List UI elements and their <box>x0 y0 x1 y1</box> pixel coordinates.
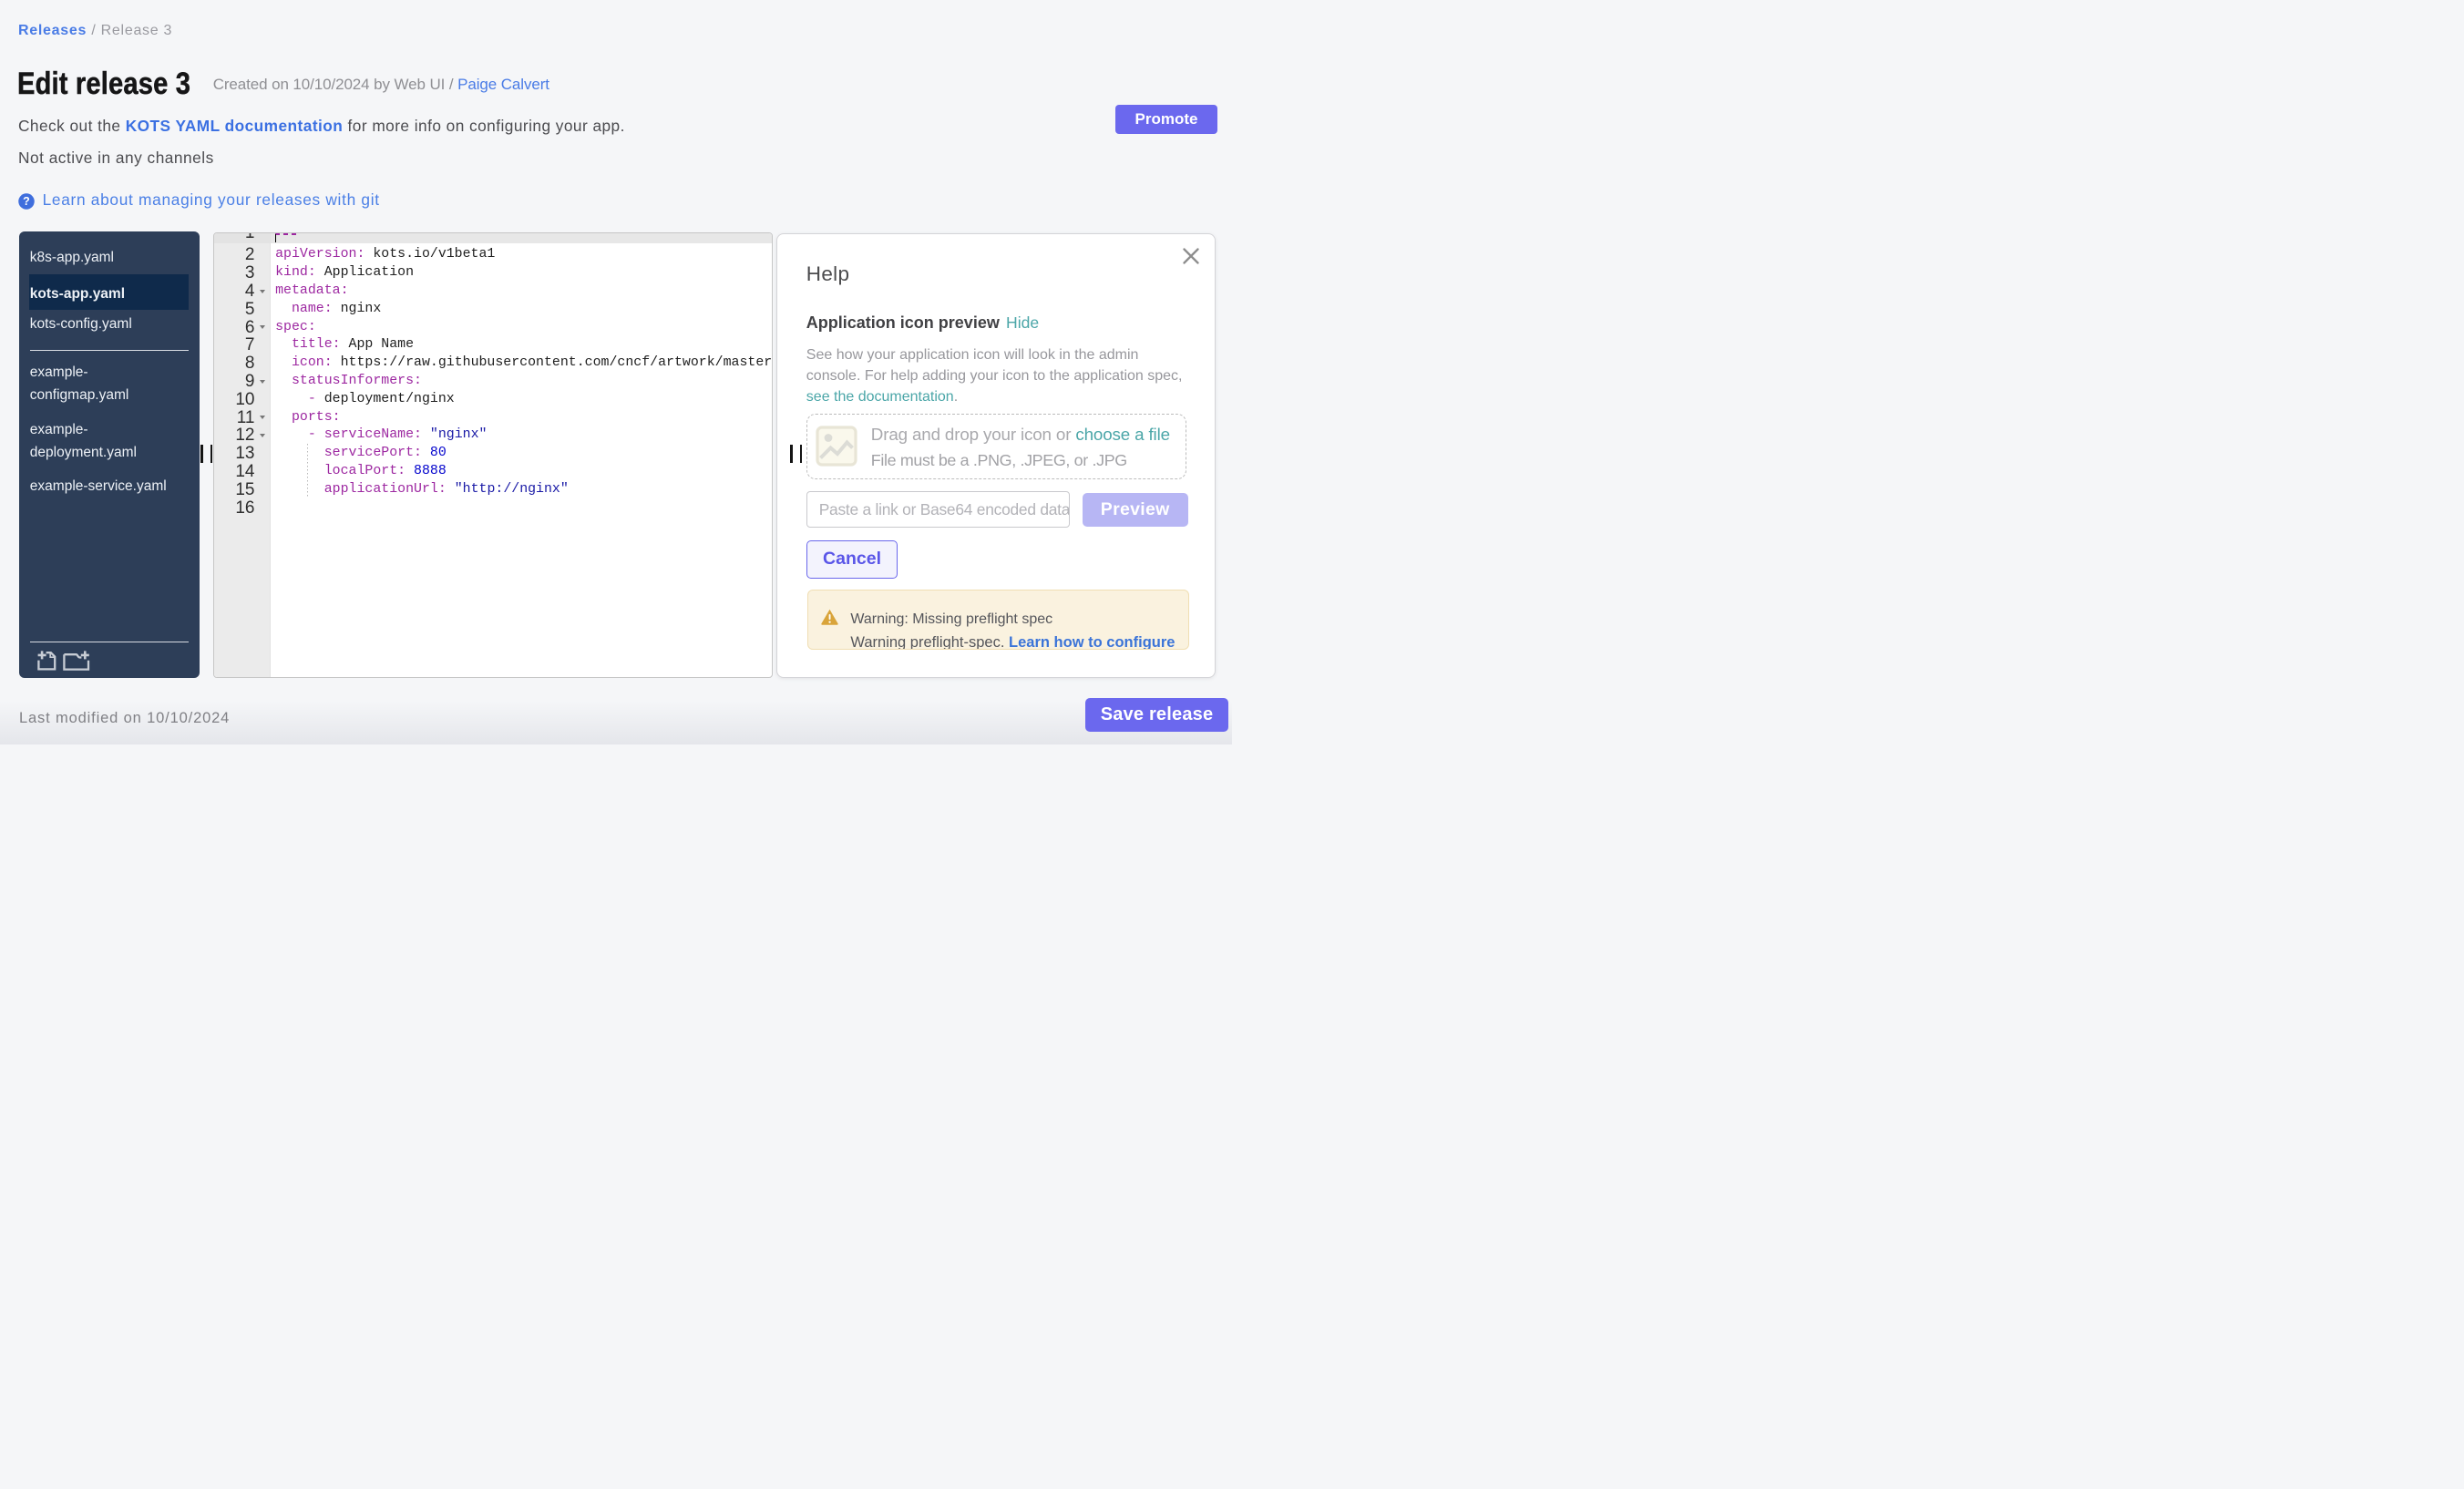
svg-text:?: ? <box>23 195 30 208</box>
